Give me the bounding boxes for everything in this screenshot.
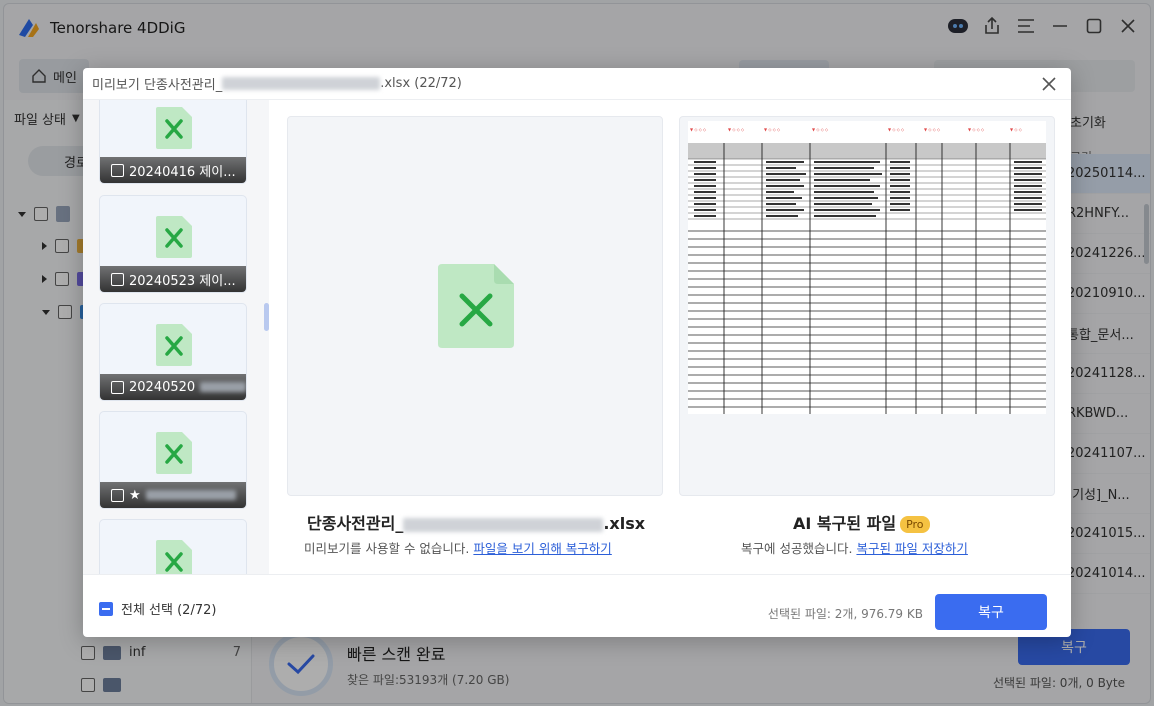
svg-text:▼ ◇ ◇ ◇: ▼ ◇ ◇ ◇ <box>968 127 985 132</box>
svg-text:▼ ◇ ◇ ◇: ▼ ◇ ◇ ◇ <box>924 127 941 132</box>
excel-file-icon <box>438 264 514 352</box>
recover-to-view-link[interactable]: 파일을 보기 위해 복구하기 <box>473 541 611 556</box>
ai-recovered-title-text: AI 복구된 파일 <box>793 514 897 533</box>
spreadsheet-thumbnail: ▼ ◇ ◇ ◇ ▼ ◇ ◇ ◇ ▼ ◇ ◇ ◇ ▼ ◇ ◇ ◇ ▼ ◇ ◇ ◇ ▼ ◇ … <box>688 121 1046 414</box>
thumbnail-scrollbar[interactable] <box>264 303 269 331</box>
thumbnail-item[interactable]: 20240520 <box>99 303 247 401</box>
modal-title-prefix: 미리보기 단종사전관리_ <box>92 78 223 93</box>
ai-recovered-preview: ▼ ◇ ◇ ◇ ▼ ◇ ◇ ◇ ▼ ◇ ◇ ◇ ▼ ◇ ◇ ◇ ▼ ◇ ◇ ◇ ▼ ◇ … <box>679 116 1055 496</box>
select-all-label: 전체 선택 (2/72) <box>121 603 217 618</box>
indeterminate-checkbox-icon[interactable] <box>99 601 113 616</box>
thumbnail-item[interactable]: ★ <box>99 411 247 509</box>
modal-title: 미리보기 단종사전관리_ .xlsx (22/72) <box>83 68 1071 100</box>
svg-text:▼ ◇ ◇: ▼ ◇ ◇ <box>1010 127 1023 132</box>
thumbnail-label: 20240520 <box>129 379 196 395</box>
pro-badge: Pro <box>900 516 930 533</box>
selected-files-summary: 선택된 파일: 2개, 976.79 KB <box>767 607 923 621</box>
thumbnail-checkbox[interactable] <box>111 163 124 177</box>
excel-file-icon <box>156 540 192 574</box>
close-icon[interactable] <box>1039 74 1059 94</box>
thumbnail-item[interactable]: 20240416 제이... <box>99 100 247 184</box>
spreadsheet-grid: ▼ ◇ ◇ ◇ ▼ ◇ ◇ ◇ ▼ ◇ ◇ ◇ ▼ ◇ ◇ ◇ ▼ ◇ ◇ ◇ ▼ ◇ … <box>688 127 1046 414</box>
original-file-name: 단종사전관리_ .xlsx <box>307 510 645 534</box>
ai-recovered-message: 복구에 성공했습니다. 복구된 파일 저장하기 <box>741 538 968 557</box>
original-file-name-prefix: 단종사전관리_ <box>307 514 404 533</box>
redacted-label <box>145 490 236 500</box>
excel-file-icon <box>156 324 192 370</box>
original-preview-message: 미리보기를 사용할 수 없습니다. 파일을 보기 위해 복구하기 <box>304 538 612 557</box>
thumbnail-item[interactable] <box>99 519 247 574</box>
modal-title-suffix: .xlsx (22/72) <box>380 76 462 91</box>
select-all-checkbox[interactable]: 전체 선택 (2/72) <box>99 599 216 618</box>
excel-file-icon <box>156 107 192 153</box>
thumbnail-list: 20240416 제이... 20240523 제이... 20240520 ★ <box>83 100 269 574</box>
preview-modal: 미리보기 단종사전관리_ .xlsx (22/72) 20240416 제이..… <box>83 68 1071 637</box>
redacted-filename <box>403 517 604 532</box>
thumbnail-label: 20240523 제이... <box>129 273 236 289</box>
excel-file-icon <box>156 432 192 478</box>
thumbnail-label: 20240416 제이... <box>129 164 236 180</box>
thumbnail-checkbox[interactable] <box>111 488 124 502</box>
ai-recovered-title: AI 복구된 파일 Pro <box>793 510 930 534</box>
thumbnail-item[interactable]: 20240523 제이... <box>99 195 247 293</box>
thumbnail-checkbox[interactable] <box>111 380 124 394</box>
svg-text:▼ ◇ ◇ ◇: ▼ ◇ ◇ ◇ <box>690 127 707 132</box>
recover-button[interactable]: 복구 <box>935 594 1047 630</box>
recover-success-text: 복구에 성공했습니다. <box>741 541 853 556</box>
svg-text:▼ ◇ ◇ ◇: ▼ ◇ ◇ ◇ <box>728 127 745 132</box>
save-recovered-file-link[interactable]: 복구된 파일 저장하기 <box>856 541 967 556</box>
excel-file-icon <box>156 216 192 262</box>
svg-text:▼ ◇ ◇ ◇: ▼ ◇ ◇ ◇ <box>888 127 905 132</box>
thumbnail-label: ★ <box>129 487 141 503</box>
redacted-filename <box>222 77 381 90</box>
original-preview <box>287 116 663 496</box>
svg-text:▼ ◇ ◇ ◇: ▼ ◇ ◇ ◇ <box>764 127 781 132</box>
preview-unavailable-text: 미리보기를 사용할 수 없습니다. <box>304 541 470 556</box>
modal-footer: 전체 선택 (2/72) 선택된 파일: 2개, 976.79 KB 복구 <box>83 574 1071 637</box>
original-file-name-suffix: .xlsx <box>603 514 646 533</box>
svg-text:▼ ◇ ◇ ◇: ▼ ◇ ◇ ◇ <box>812 127 829 132</box>
redacted-label <box>200 382 246 392</box>
thumbnail-checkbox[interactable] <box>111 272 124 286</box>
